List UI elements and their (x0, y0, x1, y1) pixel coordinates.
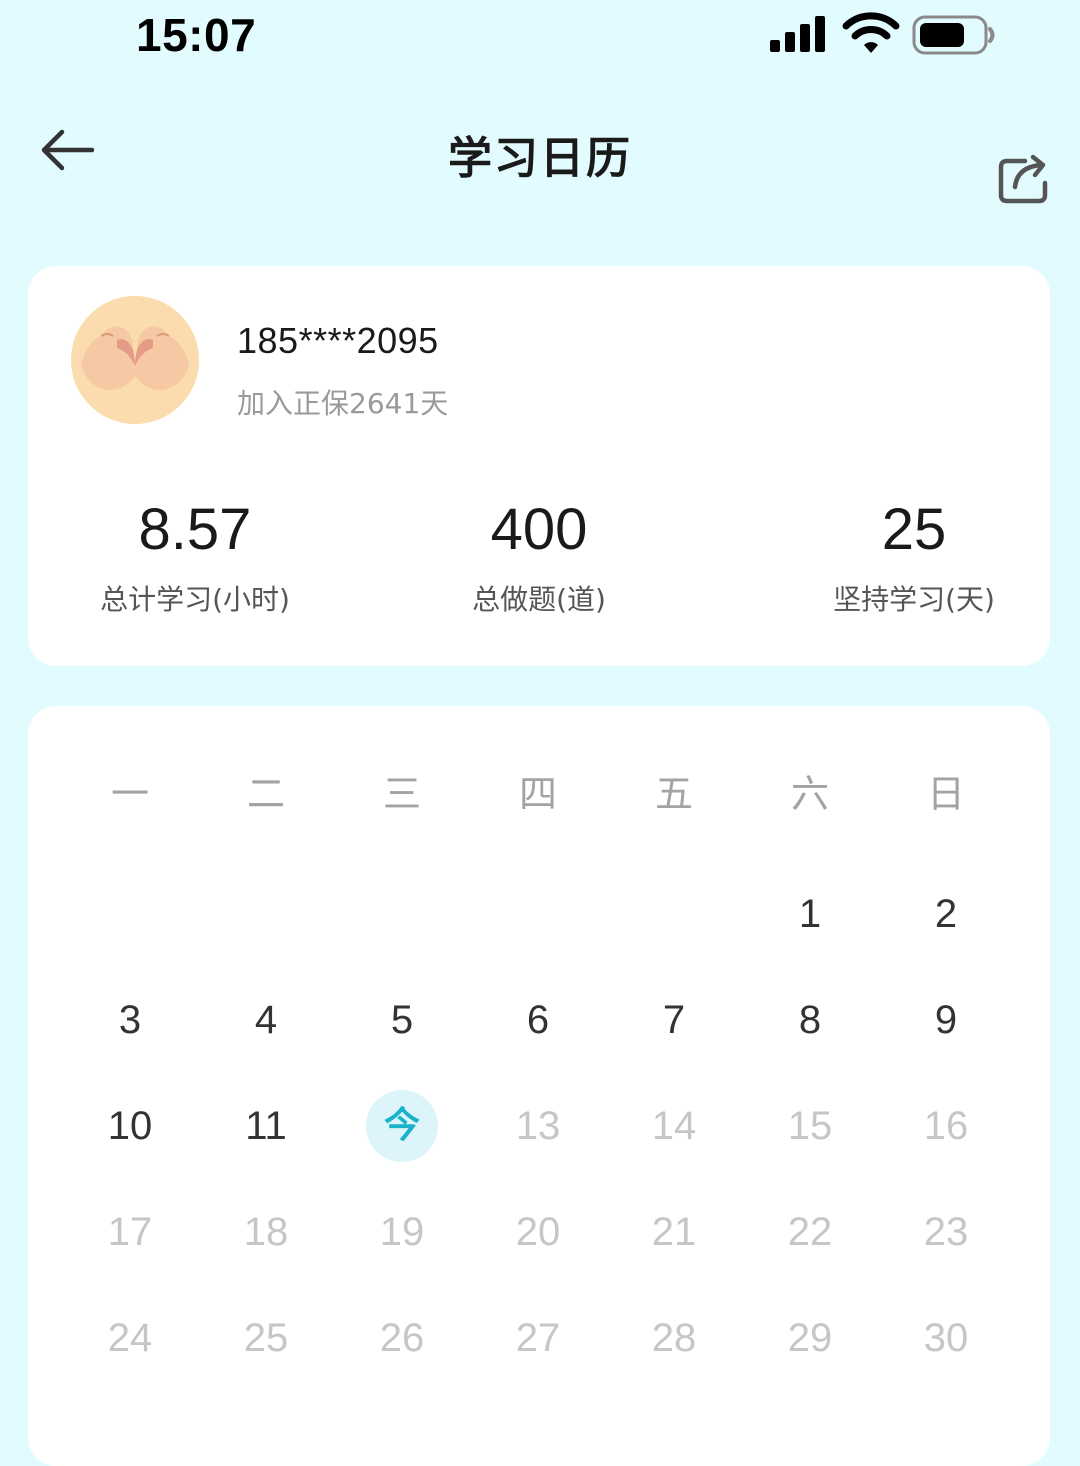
stat-label: 坚持学习(天) (833, 583, 995, 616)
calendar-day[interactable]: 9 (896, 980, 996, 1060)
calendar-day[interactable]: 7 (624, 980, 724, 1060)
avatar[interactable] (71, 296, 199, 424)
heart-hands-avatar-icon (71, 296, 199, 424)
back-button[interactable] (30, 118, 102, 182)
calendar-day[interactable]: 21 (624, 1192, 724, 1272)
stat-total-hours: 8.57 总计学习(小时) (45, 496, 345, 618)
calendar-day[interactable]: 24 (80, 1298, 180, 1378)
wifi-icon (842, 12, 900, 53)
calendar-day[interactable]: 25 (216, 1298, 316, 1378)
calendar-day[interactable]: 8 (760, 980, 860, 1060)
calendar-day[interactable]: 5 (352, 980, 452, 1060)
join-days-text: 加入正保2641天 (237, 387, 449, 420)
cellular-signal-icon (770, 16, 825, 52)
calendar-day[interactable]: 3 (80, 980, 180, 1060)
calendar-day[interactable]: 23 (896, 1192, 996, 1272)
calendar-day[interactable]: 18 (216, 1192, 316, 1272)
share-button[interactable] (992, 148, 1058, 210)
user-name: 185****2095 (237, 320, 439, 361)
stat-total-questions: 400 总做题(道) (389, 496, 689, 618)
calendar-day[interactable]: 15 (760, 1086, 860, 1166)
calendar-day[interactable]: 27 (488, 1298, 588, 1378)
calendar-day[interactable]: 6 (488, 980, 588, 1060)
status-bar: 15:07 (0, 0, 1080, 80)
stat-value: 400 (490, 497, 588, 562)
weekday-header-row: 一 二 三 四 五 六 日 (28, 754, 1050, 834)
calendar-day[interactable]: 26 (352, 1298, 452, 1378)
calendar-day[interactable]: 22 (760, 1192, 860, 1272)
calendar-day[interactable]: 19 (352, 1192, 452, 1272)
status-time: 15:07 (136, 9, 257, 61)
stat-value: 25 (881, 497, 947, 562)
calendar-week-row: 17 18 19 20 21 22 23 (28, 1192, 1050, 1272)
calendar-day[interactable]: 29 (760, 1298, 860, 1378)
weekday-sat: 六 (790, 772, 829, 816)
calendar-day[interactable]: 16 (896, 1086, 996, 1166)
arrow-left-icon (41, 129, 95, 171)
weekday-fri: 五 (654, 772, 693, 816)
calendar-week-row: 24 25 26 27 28 29 30 (28, 1298, 1050, 1378)
stat-label: 总做题(道) (472, 583, 606, 616)
calendar-day[interactable]: 14 (624, 1086, 724, 1166)
calendar-day[interactable]: 10 (80, 1086, 180, 1166)
stat-streak-days: 25 坚持学习(天) (764, 496, 1064, 618)
calendar-day[interactable]: 13 (488, 1086, 588, 1166)
weekday-tue: 二 (246, 772, 285, 816)
weekday-mon: 一 (110, 772, 149, 816)
calendar-day-today[interactable]: 今 (366, 1090, 438, 1162)
stat-label: 总计学习(小时) (100, 583, 290, 616)
calendar-week-row: 10 11 今 13 14 15 16 (28, 1086, 1050, 1166)
calendar-day[interactable]: 28 (624, 1298, 724, 1378)
share-icon (998, 154, 1048, 204)
profile-card: 185****2095 加入正保2641天 8.57 总计学习(小时) 400 … (28, 266, 1050, 666)
stat-value: 8.57 (138, 497, 252, 562)
weekday-sun: 日 (926, 772, 965, 816)
calendar-week-row: 3 4 5 6 7 8 9 (28, 980, 1050, 1060)
calendar-card: 一 二 三 四 五 六 日 1 2 3 4 5 6 7 8 9 10 11 今 … (28, 706, 1050, 1466)
weekday-wed: 三 (382, 772, 421, 816)
battery-icon (912, 15, 995, 55)
weekday-thu: 四 (518, 772, 557, 816)
calendar-day[interactable]: 11 (216, 1086, 316, 1166)
page-title: 学习日历 (448, 133, 632, 184)
calendar-day[interactable]: 2 (896, 874, 996, 954)
calendar-day[interactable]: 30 (896, 1298, 996, 1378)
calendar-day[interactable]: 17 (80, 1192, 180, 1272)
calendar-day[interactable]: 4 (216, 980, 316, 1060)
calendar-day[interactable]: 1 (760, 874, 860, 954)
calendar-day[interactable]: 20 (488, 1192, 588, 1272)
calendar-week-row: 1 2 (28, 874, 1050, 954)
